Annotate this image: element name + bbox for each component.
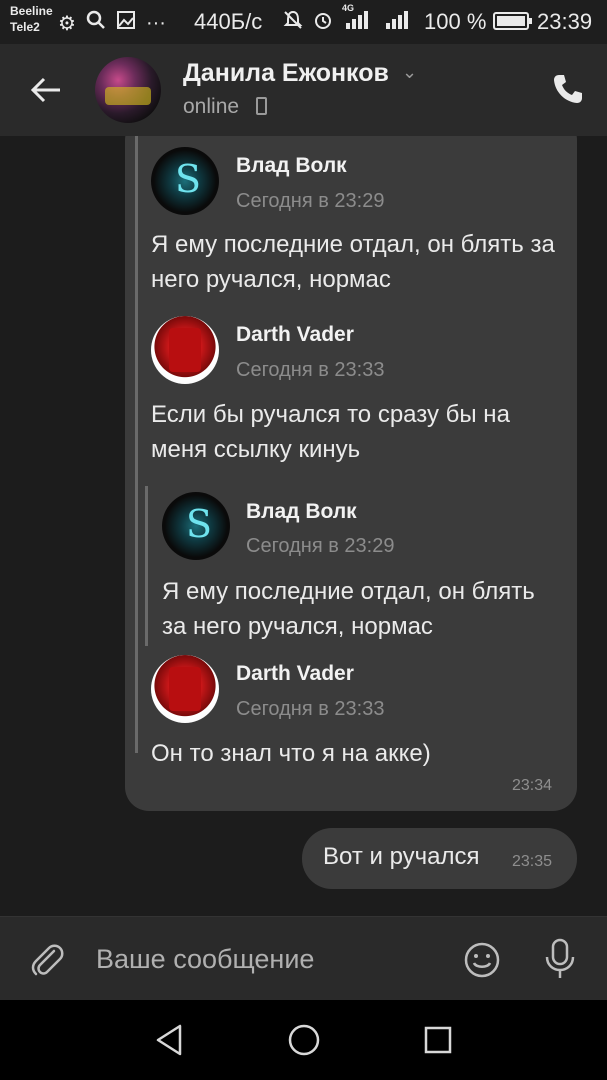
- avatar[interactable]: [162, 492, 230, 560]
- smile-icon: [464, 942, 500, 978]
- carrier-2: Tele2: [10, 20, 40, 34]
- microphone-icon: [545, 938, 575, 978]
- message-text: Вот и ручался: [323, 843, 480, 870]
- forward-date: Сегодня в 23:29: [246, 535, 395, 557]
- nav-recents-button[interactable]: [418, 1020, 458, 1060]
- system-nav-bar: [0, 1000, 607, 1080]
- forward-text: Он то знал что я на акке): [151, 740, 431, 767]
- call-button[interactable]: [551, 72, 585, 106]
- signal-icon: [382, 9, 408, 37]
- message-time: 23:35: [512, 853, 553, 870]
- forward-text: Я ему последние отдал, он блять за него …: [162, 578, 535, 640]
- emoji-button[interactable]: [463, 941, 501, 979]
- network-speed: 440Б/с: [194, 9, 263, 34]
- message-time: 23:34: [512, 777, 553, 794]
- avatar[interactable]: [151, 147, 219, 215]
- lion-icon: ⚙: [58, 12, 76, 35]
- voice-message-button[interactable]: [542, 937, 578, 981]
- forward-author[interactable]: Darth Vader: [236, 662, 354, 686]
- chevron-down-icon[interactable]: ⌄: [402, 62, 417, 83]
- forward-author[interactable]: Darth Vader: [236, 323, 354, 347]
- more-icon: ···: [145, 11, 166, 34]
- forward-text: Если бы ручался то сразу бы на меня ссыл…: [151, 401, 510, 463]
- mute-icon: [282, 9, 304, 37]
- attach-button[interactable]: [28, 941, 66, 979]
- contact-name[interactable]: Данила Ежонков: [183, 59, 389, 88]
- circle-home-icon: [288, 1024, 320, 1056]
- forward-text: Я ему последние отдал, он блять за него …: [151, 231, 555, 293]
- incoming-message[interactable]: Влад Волк Сегодня в 23:29 Я ему последни…: [125, 136, 577, 811]
- battery-percent: 100 %: [424, 9, 487, 34]
- status-bar: Beeline Tele2 ⚙ ··· 440Б/с 4G 100 % 23:3…: [0, 0, 607, 44]
- phone-icon: [554, 75, 582, 103]
- forward-author[interactable]: Влад Волк: [236, 154, 347, 178]
- outgoing-message[interactable]: Вот и ручался 23:35: [302, 828, 577, 889]
- paperclip-icon: [31, 944, 64, 976]
- forward-date: Сегодня в 23:33: [236, 359, 385, 381]
- status-time: 23:39: [537, 9, 593, 34]
- gallery-icon: [116, 10, 136, 36]
- contact-status: online: [183, 95, 240, 118]
- square-recents-icon: [424, 1026, 452, 1054]
- avatar[interactable]: [151, 655, 219, 723]
- search-icon: [86, 10, 106, 36]
- carrier-1: Beeline: [10, 4, 53, 18]
- carrier-names: Beeline Tele2: [10, 3, 53, 35]
- message-composer: [0, 916, 607, 1000]
- nav-back-button[interactable]: [150, 1020, 190, 1060]
- forward-date: Сегодня в 23:29: [236, 190, 385, 212]
- chat-header: Данила Ежонков ⌄ online: [0, 44, 607, 136]
- triangle-back-icon: [156, 1024, 182, 1056]
- mobile-device-icon: [256, 97, 267, 115]
- signal-icon: 4G: [342, 3, 368, 37]
- alarm-icon: [312, 9, 334, 37]
- forward-author[interactable]: Влад Волк: [246, 500, 357, 524]
- arrow-left-icon: [30, 77, 60, 103]
- chat-area[interactable]: Влад Волк Сегодня в 23:29 Я ему последни…: [0, 136, 607, 916]
- forward-date: Сегодня в 23:33: [236, 698, 385, 720]
- contact-avatar[interactable]: [95, 57, 161, 123]
- message-input[interactable]: [96, 939, 436, 979]
- avatar[interactable]: [151, 316, 219, 384]
- back-button[interactable]: [28, 72, 64, 108]
- network-type: 4G: [342, 3, 355, 13]
- battery-icon: [493, 12, 532, 30]
- nav-home-button[interactable]: [284, 1020, 324, 1060]
